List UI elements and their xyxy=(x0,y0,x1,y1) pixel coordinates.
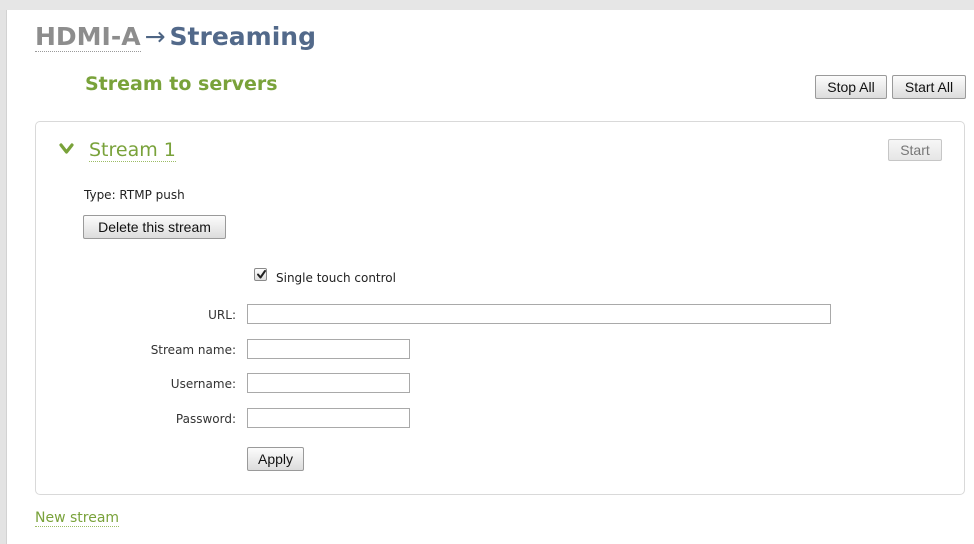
username-label: Username: xyxy=(170,377,236,391)
password-label: Password: xyxy=(175,412,236,426)
chevron-down-icon[interactable] xyxy=(59,143,74,155)
stream-title-link[interactable]: Stream 1 xyxy=(89,139,176,162)
stream-name-label: Stream name: xyxy=(150,343,236,357)
page-title: HDMI-A → Streaming xyxy=(35,22,316,52)
breadcrumb-parent-link[interactable]: HDMI-A xyxy=(35,22,141,52)
new-stream-link[interactable]: New stream xyxy=(35,510,120,527)
stream-start-button[interactable]: Start xyxy=(888,139,942,161)
single-touch-label: Single touch control xyxy=(276,271,396,285)
delete-stream-button[interactable]: Delete this stream xyxy=(83,215,226,239)
username-input[interactable] xyxy=(247,373,410,393)
start-all-button[interactable]: Start All xyxy=(892,75,966,99)
top-border xyxy=(0,0,974,10)
stream-panel: Stream 1 Start Type: RTMP push Delete th… xyxy=(35,121,965,495)
stop-all-button[interactable]: Stop All xyxy=(815,75,887,99)
breadcrumb-arrow: → xyxy=(144,22,166,51)
password-input[interactable] xyxy=(247,408,410,428)
checkmark-icon xyxy=(257,270,266,279)
url-label: URL: xyxy=(208,308,236,322)
stream-name-input[interactable] xyxy=(247,339,410,359)
left-sidebar-edge xyxy=(0,10,7,544)
url-input[interactable] xyxy=(247,304,831,324)
stream-type-text: Type: RTMP push xyxy=(84,188,185,202)
single-touch-checkbox[interactable] xyxy=(254,268,267,281)
apply-button[interactable]: Apply xyxy=(247,447,304,471)
breadcrumb-current: Streaming xyxy=(169,22,316,51)
section-title: Stream to servers xyxy=(85,73,278,95)
